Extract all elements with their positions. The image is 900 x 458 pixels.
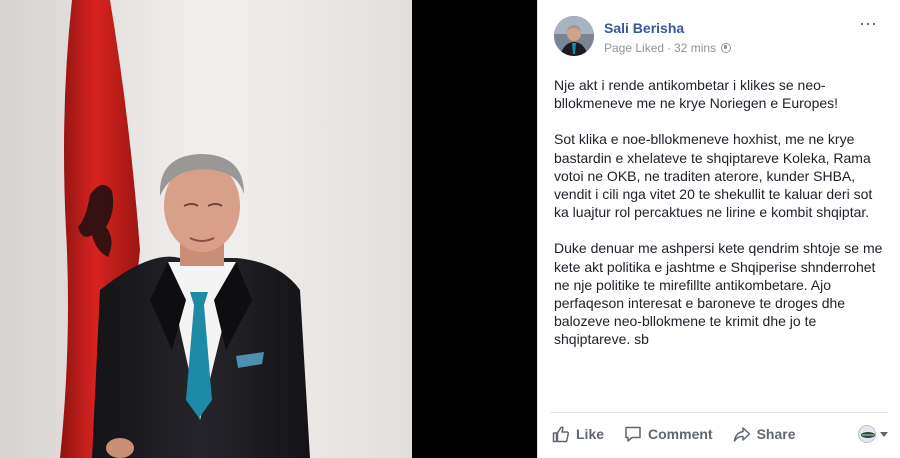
like-label: Like — [576, 426, 605, 442]
share-label: Share — [756, 426, 796, 442]
post-timestamp[interactable]: 32 mins — [674, 41, 716, 55]
share-button[interactable]: Share — [733, 425, 796, 443]
page-liked-status: Page Liked — [604, 41, 665, 55]
post-paragraph: Nje akt i rende antikombetar i klikes se… — [554, 77, 839, 112]
comment-button[interactable]: Comment — [624, 425, 713, 443]
reaction-profile-selector[interactable] — [858, 425, 888, 443]
comment-label: Comment — [648, 426, 713, 442]
comment-bubble-icon — [625, 426, 641, 442]
post-header: Sali Berisha Page Liked · 32 mins ⋯ — [554, 15, 888, 60]
post-paragraph: Sot klika e noe-bllokmeneve hoxhist, me … — [554, 131, 873, 221]
action-divider — [550, 412, 888, 413]
post-paragraph: Duke denuar me ashpersi kete qendrim sht… — [554, 240, 883, 348]
post-text: Nje akt i rende antikombetar i klikes se… — [554, 76, 890, 367]
author-name-link[interactable]: Sali Berisha — [604, 20, 684, 36]
photo-backdrop — [0, 0, 412, 458]
portrait-image — [0, 0, 412, 458]
chevron-down-icon — [880, 431, 888, 437]
more-options-icon[interactable]: ⋯ — [859, 15, 878, 33]
post-photo[interactable] — [0, 0, 540, 458]
globe-icon[interactable] — [721, 43, 732, 53]
author-avatar[interactable] — [554, 16, 594, 56]
profile-avatar-icon — [858, 425, 876, 443]
post-meta: Page Liked · 32 mins — [604, 41, 732, 55]
post-actions-bar: Like Comment Share — [552, 420, 888, 448]
like-button[interactable]: Like — [552, 425, 604, 443]
meta-separator: · — [667, 41, 672, 55]
post-card: Sali Berisha Page Liked · 32 mins ⋯ Nje ak… — [537, 0, 900, 458]
thumbs-up-icon — [552, 426, 569, 443]
share-arrow-icon — [733, 427, 750, 442]
